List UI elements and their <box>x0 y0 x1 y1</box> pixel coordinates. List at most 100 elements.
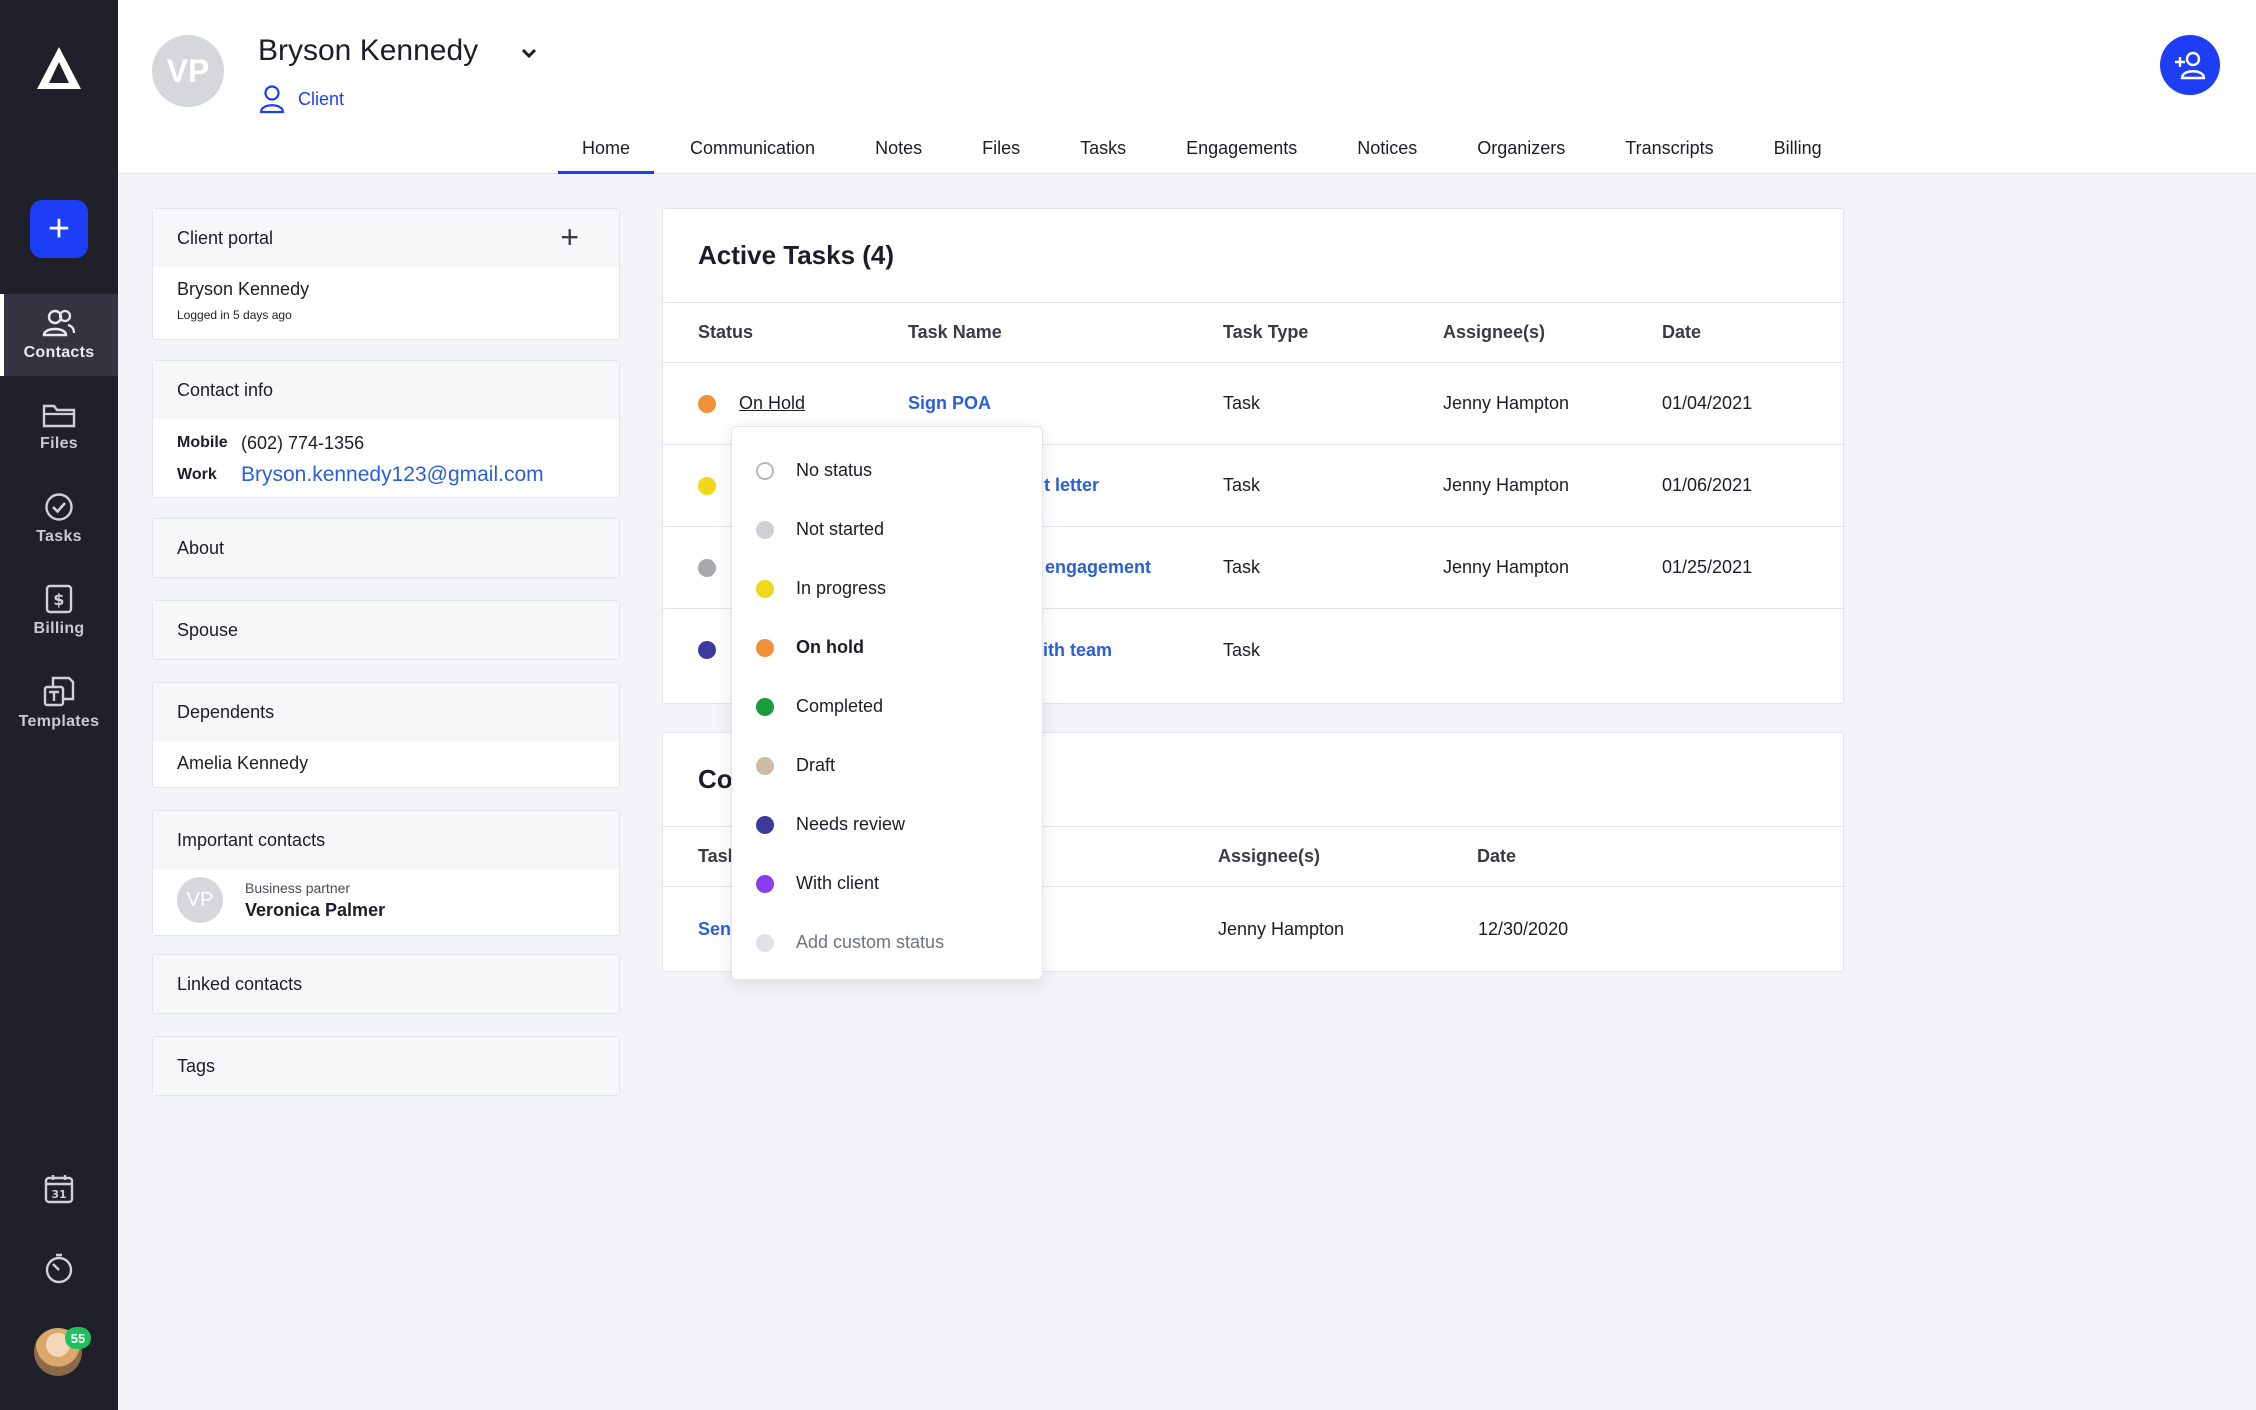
person-icon <box>259 85 285 114</box>
option-label: Completed <box>796 696 884 716</box>
dependent-item[interactable]: Amelia Kennedy <box>177 753 595 774</box>
portal-login-note: Logged in 5 days ago <box>177 308 292 322</box>
tab-transcripts[interactable]: Transcripts <box>1601 130 1737 174</box>
column-header-date[interactable]: Date <box>1477 846 1516 867</box>
portal-user-name: Bryson Kennedy <box>177 279 310 299</box>
status-option-completed[interactable]: Completed <box>732 677 1042 736</box>
task-assignee: Jenny Hampton <box>1443 393 1570 413</box>
empty-circle-icon <box>756 461 774 480</box>
status-dot <box>756 697 774 716</box>
column-header-assignees[interactable]: Assignee(s) <box>1443 322 1545 343</box>
sidebar-item-contacts[interactable]: Contacts <box>0 294 118 376</box>
task-name-link[interactable]: Sen <box>698 919 731 940</box>
tab-engagements[interactable]: Engagements <box>1162 130 1321 174</box>
status-option-no-status[interactable]: No status <box>732 441 1042 500</box>
sidebar-item-billing[interactable]: $ Billing <box>0 570 118 652</box>
timer-icon[interactable] <box>42 1252 76 1286</box>
templates-icon <box>43 676 75 707</box>
status-dot <box>756 815 774 834</box>
option-label: Add custom status <box>796 932 945 952</box>
task-name-link[interactable]: vith team <box>1033 640 1112 661</box>
contact-header: VP Bryson Kennedy Client Home Communicat… <box>118 0 2256 174</box>
sidebar-item-label: Templates <box>18 713 100 730</box>
status-dropdown-menu: No status Not started In progress On hol… <box>731 426 1043 980</box>
dependents-title: Dependents <box>153 683 619 741</box>
task-assignee: Jenny Hampton <box>1443 557 1570 577</box>
tab-notices[interactable]: Notices <box>1333 130 1441 174</box>
spouse-panel[interactable]: Spouse <box>152 600 620 660</box>
global-add-button[interactable]: + <box>30 200 88 258</box>
app-logo[interactable] <box>34 44 84 94</box>
tab-organizers[interactable]: Organizers <box>1453 130 1589 174</box>
column-header-assignees[interactable]: Assignee(s) <box>1218 846 1320 867</box>
contact-info-title: Contact info <box>153 361 619 419</box>
mobile-number[interactable]: (602) 774-1356 <box>241 433 364 454</box>
sidebar-item-label: Files <box>40 435 78 452</box>
column-header-status[interactable]: Status <box>698 322 753 343</box>
option-label: Draft <box>796 755 836 775</box>
status-option-on-hold[interactable]: On hold <box>732 618 1042 677</box>
mobile-label: Mobile <box>177 434 228 451</box>
column-header-task-name[interactable]: Task Name <box>908 322 1002 343</box>
add-contact-button[interactable] <box>2160 35 2220 95</box>
contacts-icon <box>42 309 76 337</box>
status-dot <box>756 520 774 539</box>
work-email-link[interactable]: Bryson.kennedy123@gmail.com <box>241 463 544 487</box>
status-dot <box>756 638 774 657</box>
status-option-in-progress[interactable]: In progress <box>732 559 1042 618</box>
column-header-task[interactable]: Tasl <box>698 846 733 867</box>
client-type-label: Client <box>298 88 345 109</box>
about-panel[interactable]: About <box>152 518 620 578</box>
chevron-down-icon[interactable] <box>518 42 540 64</box>
sidebar-item-tasks[interactable]: Tasks <box>0 478 118 560</box>
option-label: On hold <box>796 637 864 657</box>
task-name-link[interactable]: r engagement <box>1033 557 1151 578</box>
task-name-link[interactable]: Sign POA <box>908 393 991 414</box>
spouse-title: Spouse <box>153 601 619 659</box>
task-type: Task <box>1223 393 1261 413</box>
task-date: 01/04/2021 <box>1662 393 1753 413</box>
tags-panel[interactable]: Tags <box>152 1036 620 1096</box>
tab-communication[interactable]: Communication <box>666 130 839 174</box>
sidebar-item-label: Tasks <box>36 528 82 545</box>
column-header-date[interactable]: Date <box>1662 322 1701 343</box>
important-contact-item[interactable]: VP Business partner Veronica Palmer <box>177 877 595 923</box>
tab-notes[interactable]: Notes <box>851 130 946 174</box>
tab-home[interactable]: Home <box>558 130 655 174</box>
folder-icon <box>42 404 76 428</box>
column-header-task-type[interactable]: Task Type <box>1223 322 1308 343</box>
calendar-icon[interactable]: 31 <box>42 1172 76 1206</box>
status-option-draft[interactable]: Draft <box>732 736 1042 795</box>
status-dot[interactable] <box>698 641 716 659</box>
status-dot[interactable] <box>698 558 716 577</box>
option-label: No status <box>796 460 873 480</box>
dollar-icon: $ <box>45 584 73 614</box>
task-assignee: Jenny Hampton <box>1218 918 1345 939</box>
tab-billing[interactable]: Billing <box>1750 130 1846 174</box>
add-portal-button[interactable]: + <box>560 221 579 253</box>
status-option-needs-review[interactable]: Needs review <box>732 795 1042 854</box>
tab-files[interactable]: Files <box>958 130 1044 174</box>
add-custom-status-option[interactable]: Add custom status <box>732 913 1042 972</box>
tab-tasks[interactable]: Tasks <box>1056 130 1150 174</box>
status-option-not-started[interactable]: Not started <box>732 500 1042 559</box>
option-label: Needs review <box>796 814 906 834</box>
task-date: 12/30/2020 <box>1478 918 1569 939</box>
status-dot[interactable] <box>698 476 716 495</box>
linked-contacts-panel[interactable]: Linked contacts <box>152 954 620 1014</box>
work-label: Work <box>177 466 217 483</box>
add-person-icon <box>2175 51 2206 80</box>
task-type: Task <box>1223 475 1261 495</box>
sidebar-item-templates[interactable]: Templates <box>0 662 118 744</box>
option-label: Not started <box>796 519 885 539</box>
client-avatar: VP <box>152 35 224 107</box>
client-portal-title: Client portal <box>177 227 274 248</box>
status-option-with-client[interactable]: With client <box>732 854 1042 913</box>
contact-role: Business partner <box>245 879 351 896</box>
linked-contacts-title: Linked contacts <box>153 955 619 1013</box>
status-dropdown-trigger[interactable]: On Hold <box>739 393 805 414</box>
client-name: Bryson Kennedy <box>258 34 479 67</box>
task-assignee: Jenny Hampton <box>1443 475 1570 495</box>
sidebar-item-files[interactable]: Files <box>0 386 118 468</box>
avatar: VP <box>177 877 223 923</box>
